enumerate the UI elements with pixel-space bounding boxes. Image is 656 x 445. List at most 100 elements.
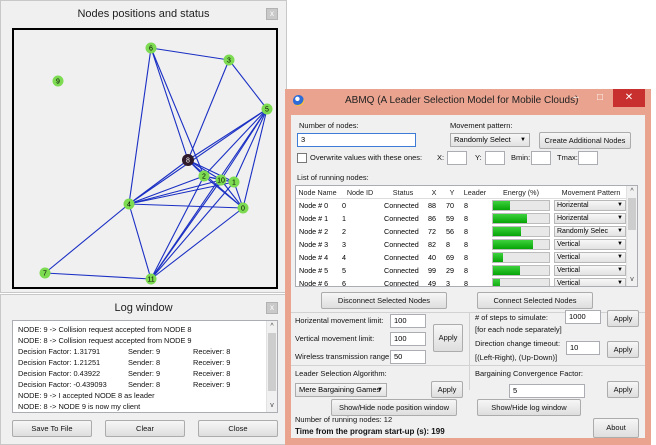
movement-pattern-cell-select[interactable]: Horizental ▼: [554, 200, 626, 211]
graph-node-5[interactable]: 5: [261, 103, 273, 115]
graph-node-4[interactable]: 4: [123, 198, 135, 210]
direction-timeout-input[interactable]: 10: [566, 341, 600, 355]
y-input[interactable]: [485, 151, 505, 165]
abmq-titlebar[interactable]: ABMQ (A Leader Selection Model for Mobil…: [285, 89, 651, 113]
log-text: Decision Factor: 0.43922: [18, 369, 101, 378]
save-to-file-button[interactable]: Save To File: [12, 420, 92, 437]
steps-note: [for each node separately]: [475, 325, 562, 334]
graph-edge: [150, 47, 189, 161]
apply-limits-button[interactable]: Apply: [433, 324, 463, 352]
create-additional-nodes-button[interactable]: Create Additional Nodes: [539, 132, 631, 149]
graph-node-1[interactable]: 1: [228, 176, 240, 188]
log-line: Decision Factor: 0.43922 Sender: 9 Receive…: [18, 368, 263, 379]
about-button[interactable]: About: [593, 418, 639, 438]
movement-pattern-cell-value: Horizental: [557, 215, 589, 222]
cell-name: Node # 1: [299, 214, 329, 223]
close-button[interactable]: Close: [198, 420, 278, 437]
table-row[interactable]: Node # 0 0 Connected 88 70 8 Horizental ▼: [296, 199, 627, 212]
close-window-icon[interactable]: ✕: [613, 89, 645, 107]
disconnect-selected-nodes-button[interactable]: Disconnect Selected Nodes: [321, 292, 447, 309]
horizontal-limit-input[interactable]: 100: [390, 314, 426, 328]
table-row[interactable]: Node # 4 4 Connected 40 69 8 Vertical ▼: [296, 251, 627, 264]
scroll-thumb[interactable]: [268, 333, 276, 391]
column-header-x[interactable]: X: [425, 186, 443, 199]
chevron-down-icon: ▼: [617, 215, 623, 221]
vertical-limit-input[interactable]: 100: [390, 332, 426, 346]
column-header-node-id[interactable]: Node ID: [339, 186, 381, 199]
column-header-movement-pattern[interactable]: Movement Pattern: [553, 186, 629, 199]
scroll-down-icon[interactable]: v: [267, 401, 277, 411]
column-header-status[interactable]: Status: [381, 186, 425, 199]
tmax-input[interactable]: [578, 151, 598, 165]
apply-bargaining-button[interactable]: Apply: [607, 381, 639, 398]
table-scrollbar[interactable]: ^ v: [626, 186, 637, 286]
cell-x: 40: [428, 253, 436, 262]
column-header-y[interactable]: Y: [443, 186, 461, 199]
graph-node-9[interactable]: 9: [52, 75, 64, 87]
apply-direction-button[interactable]: Apply: [607, 341, 639, 358]
column-header-energy[interactable]: Energy (%): [489, 186, 553, 199]
cell-id: 1: [342, 214, 346, 223]
graph-node-11[interactable]: 11: [145, 273, 157, 285]
node-label: 11: [147, 277, 154, 284]
movement-pattern-cell-select[interactable]: Vertical ▼: [554, 265, 626, 276]
algorithm-select[interactable]: Mere Bargaining Games ▼: [295, 383, 387, 397]
graph-node-0[interactable]: 0: [237, 202, 249, 214]
node-label: 6: [149, 46, 153, 53]
movement-pattern-select[interactable]: Randomly Select ▼: [450, 133, 530, 147]
graph-node-6[interactable]: 6: [145, 42, 157, 54]
table-row[interactable]: Node # 2 2 Connected 72 56 8 Randomly Selec ▼: [296, 225, 627, 238]
scroll-up-icon[interactable]: ^: [627, 187, 637, 197]
cell-x: 99: [428, 266, 436, 275]
cell-leader: 8: [464, 266, 468, 275]
steps-input[interactable]: 1000: [565, 310, 601, 324]
graph-node-2[interactable]: 2: [198, 170, 210, 182]
nodes-panel-close-button[interactable]: x: [266, 8, 278, 20]
table-scroll-thumb[interactable]: [628, 198, 636, 230]
table-row[interactable]: Node # 5 5 Connected 99 29 8 Vertical ▼: [296, 264, 627, 277]
table-row[interactable]: Node # 1 1 Connected 86 59 8 Horizental ▼: [296, 212, 627, 225]
apply-steps-button[interactable]: Apply: [607, 310, 639, 327]
log-scrollbar[interactable]: ^ v: [266, 321, 277, 412]
cell-leader: 8: [464, 201, 468, 210]
table-row[interactable]: Node # 3 3 Connected 82 8 8 Vertical ▼: [296, 238, 627, 251]
graph-node-10[interactable]: 10: [215, 174, 227, 186]
graph-node-8[interactable]: 8: [182, 154, 194, 166]
show-hide-node-window-button[interactable]: Show/Hide node position window: [331, 399, 457, 416]
cell-x: 86: [428, 214, 436, 223]
column-header-node-name[interactable]: Node Name: [296, 186, 339, 199]
movement-pattern-cell-select[interactable]: Vertical ▼: [554, 239, 626, 250]
connect-selected-nodes-button[interactable]: Connect Selected Nodes: [477, 292, 593, 309]
node-label: 4: [127, 202, 131, 209]
table-row[interactable]: Node # 6 6 Connected 49 3 8 Vertical ▼: [296, 277, 627, 286]
overwrite-checkbox[interactable]: [297, 153, 307, 163]
bargaining-factor-input[interactable]: 5: [509, 384, 585, 398]
nodes-panel-title: Nodes positions and status: [77, 8, 210, 20]
show-hide-log-window-button[interactable]: Show/Hide log window: [477, 399, 581, 416]
scroll-up-icon[interactable]: ^: [267, 322, 277, 332]
cell-id: 2: [342, 227, 346, 236]
log-text-area[interactable]: NODE: 9 -> Collision request accepted fr…: [12, 320, 278, 413]
number-of-nodes-input[interactable]: 3: [297, 133, 416, 147]
column-header-leader[interactable]: Leader: [461, 186, 489, 199]
scroll-down-icon[interactable]: v: [627, 275, 637, 285]
graph-node-3[interactable]: 3: [223, 54, 235, 66]
running-nodes-table[interactable]: Node Name Node ID Status X Y Leader Ener…: [295, 185, 638, 287]
x-input[interactable]: [447, 151, 467, 165]
movement-pattern-cell-select[interactable]: Vertical ▼: [554, 252, 626, 263]
bargaining-factor-label: Bargaining Convergence Factor:: [475, 369, 583, 378]
maximize-icon[interactable]: □: [589, 89, 611, 107]
movement-pattern-cell-select[interactable]: Randomly Selec ▼: [554, 226, 626, 237]
clear-button[interactable]: Clear: [105, 420, 185, 437]
movement-pattern-cell-select[interactable]: Vertical ▼: [554, 278, 626, 286]
energy-bar-fill: [493, 214, 527, 223]
log-panel-close-button[interactable]: x: [266, 302, 278, 314]
transmission-range-input[interactable]: 50: [390, 350, 426, 364]
bmin-input[interactable]: [531, 151, 551, 165]
apply-algorithm-button[interactable]: Apply: [431, 381, 463, 398]
minimize-icon[interactable]: –: [565, 89, 587, 107]
movement-pattern-cell-select[interactable]: Horizental ▼: [554, 213, 626, 224]
graph-node-7[interactable]: 7: [39, 267, 51, 279]
algorithm-value: Mere Bargaining Games: [299, 385, 381, 394]
log-sender: Sender: 8: [128, 380, 161, 389]
